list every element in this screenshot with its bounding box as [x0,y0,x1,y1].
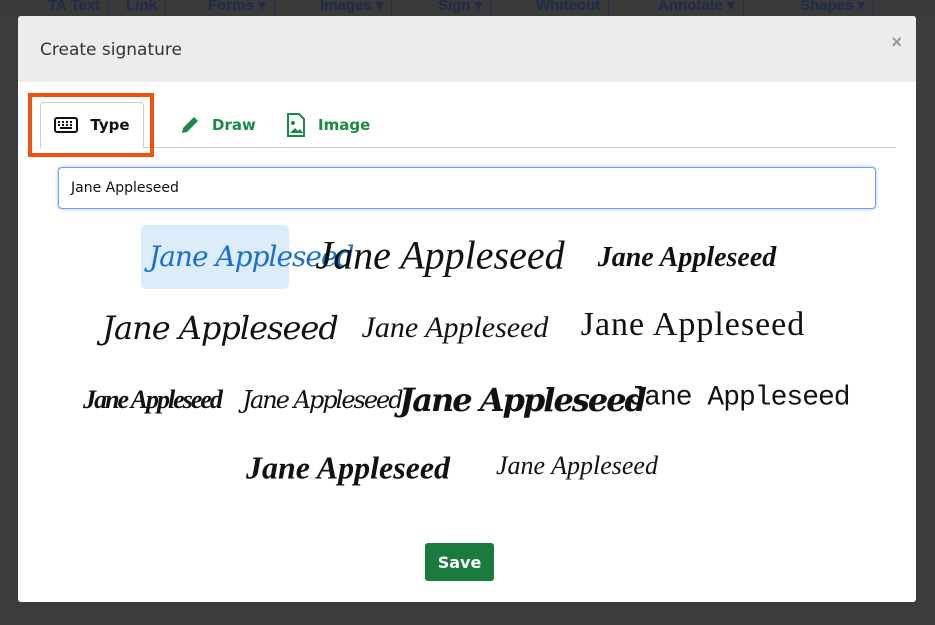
tab-image[interactable]: Image [286,102,370,148]
modal-title: Create signature [40,40,182,60]
create-signature-modal: Create signature × Type Draw Image Jane … [18,16,916,602]
image-icon [287,113,305,137]
pencil-icon [182,117,198,133]
toolbar-shapes: Shapes ▾ [792,0,875,16]
toolbar-annotate: Annotate ▾ [650,0,744,16]
tab-draw[interactable]: Draw [180,102,256,148]
signature-option[interactable]: Jane Appleseed [94,303,346,353]
toolbar-forms: Forms ▾ [200,0,275,16]
signature-name-input[interactable]: Jane Appleseed [58,167,876,209]
signature-option[interactable]: Jane Appleseed [75,379,229,421]
signature-option[interactable]: Jane Appleseed [307,226,572,285]
modal-header: Create signature × [18,16,916,82]
keyboard-icon [54,117,79,133]
signature-option[interactable]: Jane Appleseed [354,305,557,351]
toolbar-sign: Sign ▾ [430,0,492,16]
signature-option[interactable]: Jane Appleseed [391,375,653,425]
tab-image-label: Image [318,116,371,134]
signature-option[interactable]: Jane Appleseed [620,377,857,420]
toolbar-images: Images ▾ [312,0,393,16]
signature-option[interactable]: Jane Appleseed [238,444,458,493]
toolbar-link: Link [118,0,166,16]
signature-option[interactable]: Jane Appleseed [141,225,354,289]
signature-option[interactable]: Jane Appleseed [573,300,814,350]
signature-option[interactable]: Jane Appleseed [488,445,666,487]
save-button[interactable]: Save [425,543,494,581]
background-toolbar: TA Text Link Forms ▾ Images ▾ Sign ▾ Whi… [0,0,935,16]
signature-option[interactable]: Jane Appleseed [234,380,409,420]
tab-type[interactable]: Type [40,102,144,148]
close-icon[interactable]: × [891,32,902,53]
signature-option[interactable]: Jane Appleseed [590,236,785,280]
toolbar-text: TA Text [40,0,110,16]
tab-type-label: Type [90,116,130,134]
tab-draw-label: Draw [212,116,256,134]
toolbar-whiteout: Whiteout [528,0,610,16]
signature-tabs: Type Draw Image [40,102,896,148]
